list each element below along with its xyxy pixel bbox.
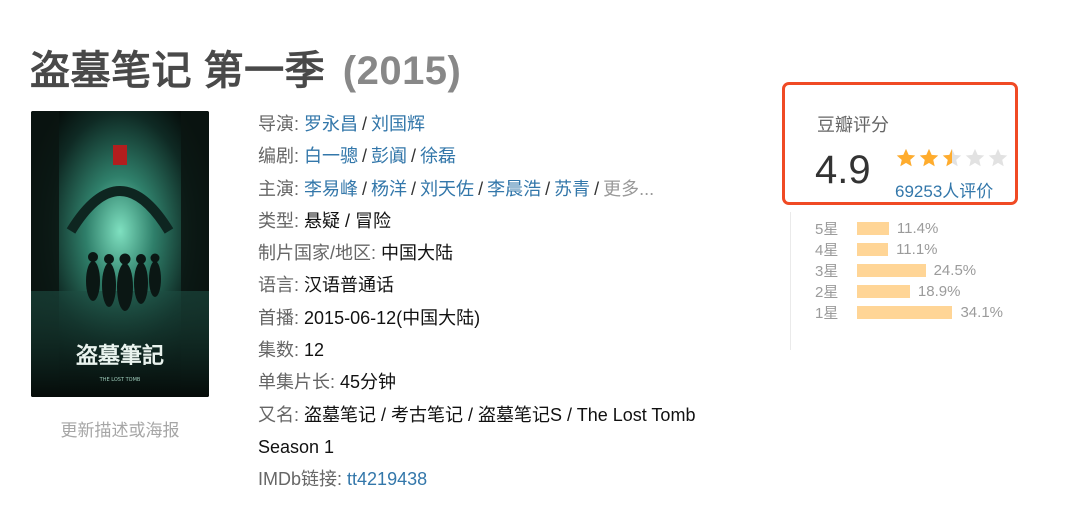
imdb-label: IMDb链接: (258, 469, 343, 490)
rating-distribution-row: 2星 18.9% (815, 281, 1003, 302)
director-link[interactable]: 罗永昌 (304, 114, 358, 134)
rating-distribution-bar (857, 285, 910, 298)
cast-link[interactable]: 杨洋 (371, 179, 407, 199)
rating-distribution-bar (857, 243, 889, 256)
svg-text:THE LOST TOMB: THE LOST TOMB (99, 377, 141, 383)
star-level-label: 2星 (815, 284, 839, 301)
language-value: 汉语普通话 (304, 275, 395, 296)
director-row: 导演: 罗永昌 / 刘国辉 (258, 114, 426, 134)
writer-link[interactable]: 白一骢 (304, 146, 358, 166)
aka-value: 盗墓笔记 / 考古笔记 / 盗墓笔记S / The Lost Tomb (304, 404, 696, 425)
rating-distribution-percent: 18.9% (917, 283, 961, 300)
star-full-icon (919, 148, 939, 167)
star-level-label: 1星 (815, 305, 839, 322)
writer-link[interactable]: 徐磊 (420, 146, 456, 166)
rating-distribution-bar (857, 306, 953, 319)
aka-value-continued: Season 1 (258, 436, 335, 457)
writer-row: 编剧: 白一骢 / 彭阗 / 徐磊 (258, 146, 457, 167)
cast-link[interactable]: 刘天佐 (420, 179, 474, 199)
cast-label: 主演: (258, 178, 300, 199)
rating-distribution-percent: 11.4% (896, 220, 939, 237)
premiere-label: 首播: (258, 307, 300, 328)
update-poster-link[interactable]: 更新描述或海报 (31, 416, 209, 441)
runtime-row: 单集片长: 45分钟 (258, 366, 758, 398)
cast-row: 主演: 李易峰 / 杨洋 / 刘天佐 / 李晨浩 / 苏青 / 更多... (258, 178, 655, 199)
star-half-icon (942, 148, 962, 167)
rating-distribution-percent: 34.1% (960, 304, 1004, 321)
language-label: 语言: (258, 275, 300, 296)
aka-row: 又名: 盗墓笔记 / 考古笔记 / 盗墓笔记S / The Lost Tomb (258, 399, 758, 431)
writer-label: 编剧: (258, 146, 300, 167)
star-empty-icon (988, 148, 1008, 167)
writer-link[interactable]: 彭阗 (371, 146, 407, 166)
genre-row: 类型: 悬疑 / 冒险 (258, 205, 758, 237)
star-empty-icon (965, 148, 985, 167)
star-full-icon (896, 148, 916, 167)
rating-divider (790, 212, 791, 350)
rating-distribution-bar (857, 264, 926, 277)
cast-link[interactable]: 苏青 (554, 179, 590, 199)
language-row: 语言: 汉语普通话 (258, 269, 758, 301)
rating-distribution-row: 5星 11.4% (815, 218, 1003, 239)
cast-link[interactable]: 李易峰 (304, 179, 358, 199)
page-title: 盗墓笔记 第一季 (2015) (30, 38, 461, 96)
country-row: 制片国家/地区: 中国大陆 (258, 237, 758, 269)
rating-distribution-bar (857, 222, 889, 235)
episodes-value: 12 (304, 340, 325, 361)
runtime-label: 单集片长: (258, 372, 336, 393)
rating-count-link[interactable]: 69253人评价 (895, 177, 993, 202)
premiere-value: 2015-06-12(中国大陆) (304, 307, 481, 328)
country-label: 制片国家/地区: (258, 243, 377, 264)
imdb-link[interactable]: tt4219438 (347, 469, 427, 489)
star-level-label: 5星 (815, 221, 839, 238)
rating-distribution-row: 4星 11.1% (815, 239, 1003, 260)
title-text: 盗墓笔记 第一季 (30, 49, 326, 93)
rating-stars (895, 147, 1009, 169)
imdb-row: IMDb链接: tt4219438 (258, 463, 758, 495)
runtime-value: 45分钟 (340, 372, 397, 393)
title-year: (2015) (342, 49, 462, 93)
star-level-label: 4星 (815, 242, 839, 259)
rating-score: 4.9 (815, 148, 871, 192)
aka-label: 又名: (258, 404, 300, 425)
star-level-label: 3星 (815, 263, 839, 280)
rating-distribution-percent: 24.5% (933, 262, 977, 279)
rating-distribution: 5星 11.4% 4星 11.1% 3星 24.5% 2星 18.9% 1星 34.1% (815, 218, 1003, 323)
poster-artwork: 盗墓筆記 THE LOST TOMB (31, 111, 209, 397)
info-panel: 导演: 罗永昌 / 刘国辉 编剧: 白一骢 / 彭阗 / 徐磊 主演: 李易峰 / 杨洋 / 刘天佐… (258, 108, 758, 496)
cast-more-link[interactable]: 更多... (603, 179, 654, 199)
cast-link[interactable]: 李晨浩 (487, 179, 541, 199)
svg-text:盗墓筆記: 盗墓筆記 (76, 343, 164, 369)
rating-label: 豆瓣评分 (817, 115, 889, 135)
country-value: 中国大陆 (381, 243, 454, 264)
director-label: 导演: (258, 114, 300, 134)
rating-distribution-row: 1星 34.1% (815, 302, 1003, 323)
aka-row-continued: Season 1 (258, 431, 758, 463)
director-link[interactable]: 刘国辉 (371, 114, 425, 134)
rating-distribution-row: 3星 24.5% (815, 260, 1003, 281)
rating-distribution-percent: 11.1% (896, 241, 938, 258)
episodes-row: 集数: 12 (258, 334, 758, 366)
genre-value: 悬疑 / 冒险 (304, 210, 392, 231)
rating-summary-box: 豆瓣评分 4.9 69253人评价 (782, 82, 1018, 205)
premiere-row: 首播: 2015-06-12(中国大陆) (258, 302, 758, 334)
genre-label: 类型: (258, 210, 300, 231)
episodes-label: 集数: (258, 340, 300, 361)
poster-image[interactable]: 盗墓筆記 THE LOST TOMB (31, 111, 209, 397)
